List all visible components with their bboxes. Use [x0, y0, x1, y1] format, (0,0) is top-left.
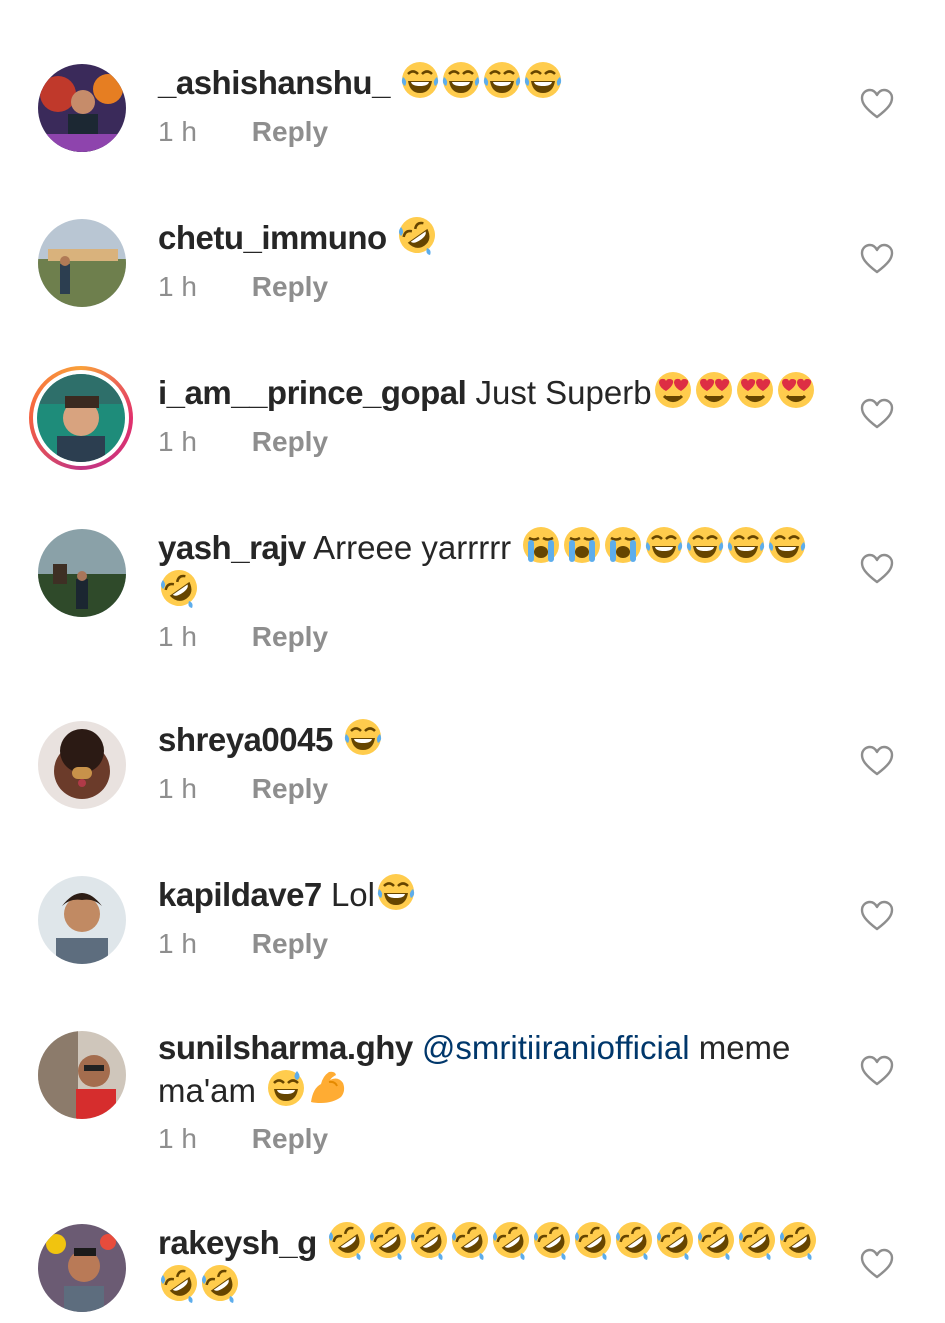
comment-username[interactable]: shreya0045 — [158, 721, 333, 758]
comment-username[interactable]: kapildave7 — [158, 876, 322, 913]
reply-button[interactable]: Reply — [252, 773, 328, 804]
reply-button[interactable]: Reply — [252, 426, 328, 457]
comment-time: 1 h — [158, 928, 197, 959]
joy-emoji-icon — [523, 60, 563, 100]
rofl-emoji-icon — [396, 215, 437, 255]
joy-emoji-icon — [644, 525, 684, 565]
sweat-smile-emoji-icon — [266, 1068, 306, 1108]
heart-icon[interactable] — [860, 553, 894, 585]
avatar[interactable] — [38, 721, 126, 809]
flexed-biceps-emoji-icon — [310, 1070, 346, 1104]
comment-text: chetu_immuno — [158, 215, 818, 258]
comment-meta: 1 h Reply — [158, 116, 328, 148]
joy-emoji-icon — [767, 525, 807, 565]
rofl-emoji-icon — [572, 1220, 613, 1260]
heart-eyes-emoji-icon — [735, 370, 775, 410]
heart-icon[interactable] — [860, 243, 894, 275]
rofl-emoji-icon — [613, 1220, 654, 1260]
comment-emoji — [399, 60, 563, 101]
heart-eyes-emoji-icon — [694, 370, 734, 410]
heart-eyes-emoji-icon — [776, 370, 816, 410]
rofl-emoji-icon — [200, 1263, 240, 1303]
heart-icon[interactable] — [860, 1055, 894, 1087]
comment-body: Arreee yarrrrr — [313, 529, 512, 566]
heart-icon[interactable] — [860, 745, 894, 777]
rofl-emoji-icon — [736, 1220, 777, 1260]
comment-text: _ashishanshu_ — [158, 60, 818, 103]
comment-emoji — [652, 370, 816, 411]
comment-time: 1 h — [158, 116, 197, 147]
heart-icon[interactable] — [860, 900, 894, 932]
avatar — [37, 374, 125, 462]
heart-icon[interactable] — [860, 1248, 894, 1280]
rofl-emoji-icon — [159, 568, 199, 608]
comment-username[interactable]: rakeysh_g — [158, 1224, 317, 1261]
joy-emoji-icon — [441, 60, 481, 100]
avatar[interactable] — [38, 219, 126, 307]
comment-username[interactable]: i_am__prince_gopal — [158, 374, 467, 411]
rofl-emoji-icon — [695, 1220, 736, 1260]
rofl-emoji-icon — [449, 1220, 490, 1260]
joy-emoji-icon — [726, 525, 766, 565]
comment-text: i_am__prince_gopal Just Superb — [158, 370, 818, 413]
joy-emoji-icon — [400, 60, 440, 100]
sob-emoji-icon — [563, 525, 602, 565]
comment-text: kapildave7 Lol — [158, 872, 818, 915]
comment-meta: 1 h Reply — [158, 928, 328, 960]
rofl-emoji-icon — [326, 1220, 367, 1260]
comment-meta: 1 h Reply — [158, 426, 328, 458]
joy-emoji-icon — [685, 525, 725, 565]
reply-button[interactable]: Reply — [252, 271, 328, 302]
reply-button[interactable]: Reply — [252, 116, 328, 147]
comment-text: rakeysh_g — [158, 1220, 818, 1306]
comment-text: sunilsharma.ghy @smritiiraniofficial mem… — [158, 1027, 818, 1111]
sob-emoji-icon — [604, 525, 643, 565]
avatar[interactable] — [38, 64, 126, 152]
sob-emoji-icon — [522, 525, 561, 565]
rofl-emoji-icon — [490, 1220, 531, 1260]
rofl-emoji-icon — [408, 1220, 449, 1260]
rofl-emoji-icon — [654, 1220, 695, 1260]
comment-mention-link[interactable]: @smritiiraniofficial — [422, 1029, 690, 1066]
comment-username[interactable]: yash_rajv — [158, 529, 306, 566]
heart-eyes-emoji-icon — [653, 370, 693, 410]
story-ring[interactable] — [29, 366, 133, 470]
comment-text: yash_rajv Arreee yarrrrr — [158, 525, 818, 611]
rofl-emoji-icon — [777, 1220, 818, 1260]
comment-username[interactable]: _ashishanshu_ — [158, 64, 390, 101]
avatar[interactable] — [38, 1224, 126, 1312]
reply-button[interactable]: Reply — [252, 1123, 328, 1154]
comment-time: 1 h — [158, 773, 197, 804]
comment-meta: 1 h Reply — [158, 1123, 328, 1155]
joy-emoji-icon — [343, 717, 383, 757]
rofl-emoji-icon — [367, 1220, 408, 1260]
reply-button[interactable]: Reply — [252, 928, 328, 959]
joy-emoji-icon — [482, 60, 522, 100]
rofl-emoji-icon — [531, 1220, 572, 1260]
comment-emoji — [342, 717, 383, 758]
comment-emoji — [375, 872, 416, 913]
reply-button[interactable]: Reply — [252, 621, 328, 652]
comment-username[interactable]: chetu_immuno — [158, 219, 387, 256]
comment-text: shreya0045 — [158, 717, 818, 760]
comment-username[interactable]: sunilsharma.ghy — [158, 1029, 413, 1066]
comment-meta: 1 h Reply — [158, 773, 328, 805]
rofl-emoji-icon — [159, 1263, 199, 1303]
comment-meta: 1 h Reply — [158, 621, 328, 653]
avatar[interactable] — [38, 529, 126, 617]
comment-emoji — [265, 1068, 347, 1109]
comment-time: 1 h — [158, 1123, 197, 1154]
comment-meta: 1 h Reply — [158, 271, 328, 303]
heart-icon[interactable] — [860, 88, 894, 120]
comment-body: Just Superb — [475, 374, 652, 411]
comment-body: Lol — [330, 876, 375, 913]
comment-time: 1 h — [158, 426, 197, 457]
avatar[interactable] — [38, 876, 126, 964]
comment-time: 1 h — [158, 271, 197, 302]
comment-time: 1 h — [158, 621, 197, 652]
heart-icon[interactable] — [860, 398, 894, 430]
comment-emoji — [396, 215, 437, 256]
joy-emoji-icon — [376, 872, 416, 912]
avatar[interactable] — [38, 1031, 126, 1119]
